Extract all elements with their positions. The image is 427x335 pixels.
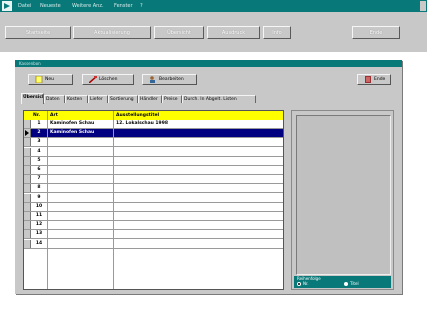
column-header-art[interactable]: Art [50, 111, 58, 120]
title-bar: Datei Neueste Weitere Anz. Fenster ? [0, 0, 427, 12]
table-row[interactable]: 4 [24, 147, 283, 157]
end-button[interactable]: Ende [357, 74, 391, 85]
table-row[interactable]: 14 [24, 239, 283, 249]
cell-title[interactable]: 12. Lokalschau 1998 [116, 120, 168, 128]
table-row[interactable]: 1 Kaminofen Schau 12. Lokalschau 1998 [24, 120, 283, 129]
table-row[interactable]: 9 [24, 193, 283, 203]
records-table[interactable]: Nr. Art Ausstellungstitel 1 Kaminofen Sch… [23, 110, 284, 290]
table-row[interactable]: 8 [24, 184, 283, 194]
order-title: Reihenfolge [297, 276, 321, 281]
row-number: 2 [37, 130, 41, 136]
ausdruck-button[interactable]: Ausdruck [207, 26, 260, 39]
table-row[interactable]: 7 [24, 175, 283, 185]
row-indicator[interactable] [24, 230, 31, 239]
window-title: Kassenbon [19, 61, 41, 66]
row-indicator[interactable] [24, 166, 31, 174]
row-number: 5 [37, 157, 41, 163]
new-label: Neu [45, 77, 54, 82]
close-icon[interactable] [420, 1, 426, 11]
tab-daten[interactable]: Daten [44, 95, 65, 103]
row-indicator[interactable] [24, 138, 31, 147]
order-label-nr: Nr. [303, 281, 309, 286]
kassenbon-window: Kassenbon Neu Löschen Bearbeiten Ende Üb… [15, 60, 402, 294]
row-number: 3 [37, 139, 41, 145]
table-row[interactable]: 3 [24, 138, 283, 148]
row-indicator[interactable] [24, 156, 31, 165]
menu-help[interactable]: ? [140, 3, 143, 9]
table-row[interactable]: 6 [24, 166, 283, 175]
row-indicator[interactable] [24, 184, 31, 193]
main-toolbar: Startseite Aktualisierung Übersicht Ausd… [0, 12, 427, 52]
cell-art[interactable]: Kaminofen Schau [50, 129, 94, 137]
new-icon [35, 76, 43, 83]
table-row[interactable]: 13 [24, 230, 283, 240]
row-number: 1 [37, 121, 41, 126]
row-number: 6 [37, 167, 41, 172]
preview-area [296, 115, 391, 275]
aktualisierung-button[interactable]: Aktualisierung [73, 26, 151, 39]
row-number: 14 [35, 240, 43, 246]
tab-uebersicht[interactable]: Übersicht [21, 93, 44, 104]
row-number: 11 [35, 213, 43, 218]
end-label: Ende [374, 77, 386, 82]
column-header-title[interactable]: Ausstellungstitel [116, 111, 159, 120]
delete-label: Löschen [99, 77, 118, 82]
menu-neueste[interactable]: Neueste [40, 3, 61, 9]
ende-button[interactable]: Ende [352, 26, 400, 39]
delete-button[interactable]: Löschen [82, 74, 134, 85]
row-number: 12 [35, 222, 43, 228]
detail-panel: Reihenfolge Nr. Titel [291, 110, 394, 290]
tab-preise[interactable]: Preise [162, 95, 182, 103]
window-title-bar: Kassenbon [15, 60, 402, 67]
row-number: 10 [35, 203, 43, 209]
column-divider [47, 111, 48, 289]
row-indicator[interactable] [24, 212, 31, 220]
row-number: 4 [37, 148, 41, 154]
table-header: Nr. Art Ausstellungstitel [24, 111, 283, 120]
table-row[interactable]: 10 [24, 202, 283, 212]
delete-icon [89, 76, 97, 83]
app-icon [2, 1, 12, 11]
column-header-nr[interactable]: Nr. [33, 111, 40, 120]
row-number: 7 [37, 176, 41, 182]
row-number: 13 [35, 231, 43, 237]
row-pointer-icon[interactable] [24, 129, 31, 138]
menu-datei[interactable]: Datei [18, 3, 31, 9]
row-indicator[interactable] [24, 120, 31, 128]
tab-liefer[interactable]: Liefer [88, 95, 108, 103]
row-number: 9 [37, 194, 41, 200]
row-number: 8 [37, 185, 41, 191]
column-divider [113, 111, 114, 289]
info-button[interactable]: Info [263, 26, 291, 39]
order-radio-titel[interactable] [344, 282, 348, 286]
order-radio-nr[interactable] [297, 282, 301, 286]
startseite-button[interactable]: Startseite [5, 26, 71, 39]
table-row[interactable]: 2 Kaminofen Schau [24, 129, 283, 139]
table-row[interactable]: 11 [24, 212, 283, 221]
cell-art[interactable]: Kaminofen Schau [50, 120, 94, 128]
row-indicator[interactable] [24, 175, 31, 184]
menu-weitere[interactable]: Weitere Anz. [72, 3, 104, 9]
edit-icon [150, 76, 155, 83]
tab-listen[interactable]: Durch. In Abgelt. Listen [182, 95, 256, 103]
order-group: Reihenfolge Nr. Titel [294, 276, 391, 288]
row-indicator[interactable] [24, 147, 31, 156]
menu-fenster[interactable]: Fenster [114, 3, 133, 9]
new-button[interactable]: Neu [28, 74, 73, 85]
row-indicator[interactable] [24, 221, 31, 230]
tab-sortierung[interactable]: Sortierung [108, 95, 138, 103]
table-row[interactable]: 5 [24, 156, 283, 166]
edit-button[interactable]: Bearbeiten [142, 74, 197, 85]
edit-label: Bearbeiten [159, 77, 184, 82]
tab-kosten[interactable]: Kosten [65, 95, 88, 103]
door-icon [365, 76, 371, 83]
row-indicator[interactable] [24, 239, 31, 248]
uebersicht-button[interactable]: Übersicht [154, 26, 204, 39]
row-indicator[interactable] [24, 202, 31, 211]
row-indicator[interactable] [24, 193, 31, 202]
table-row[interactable]: 12 [24, 221, 283, 231]
tab-haendler[interactable]: Händler [138, 95, 162, 103]
order-label-titel: Titel [350, 281, 359, 286]
